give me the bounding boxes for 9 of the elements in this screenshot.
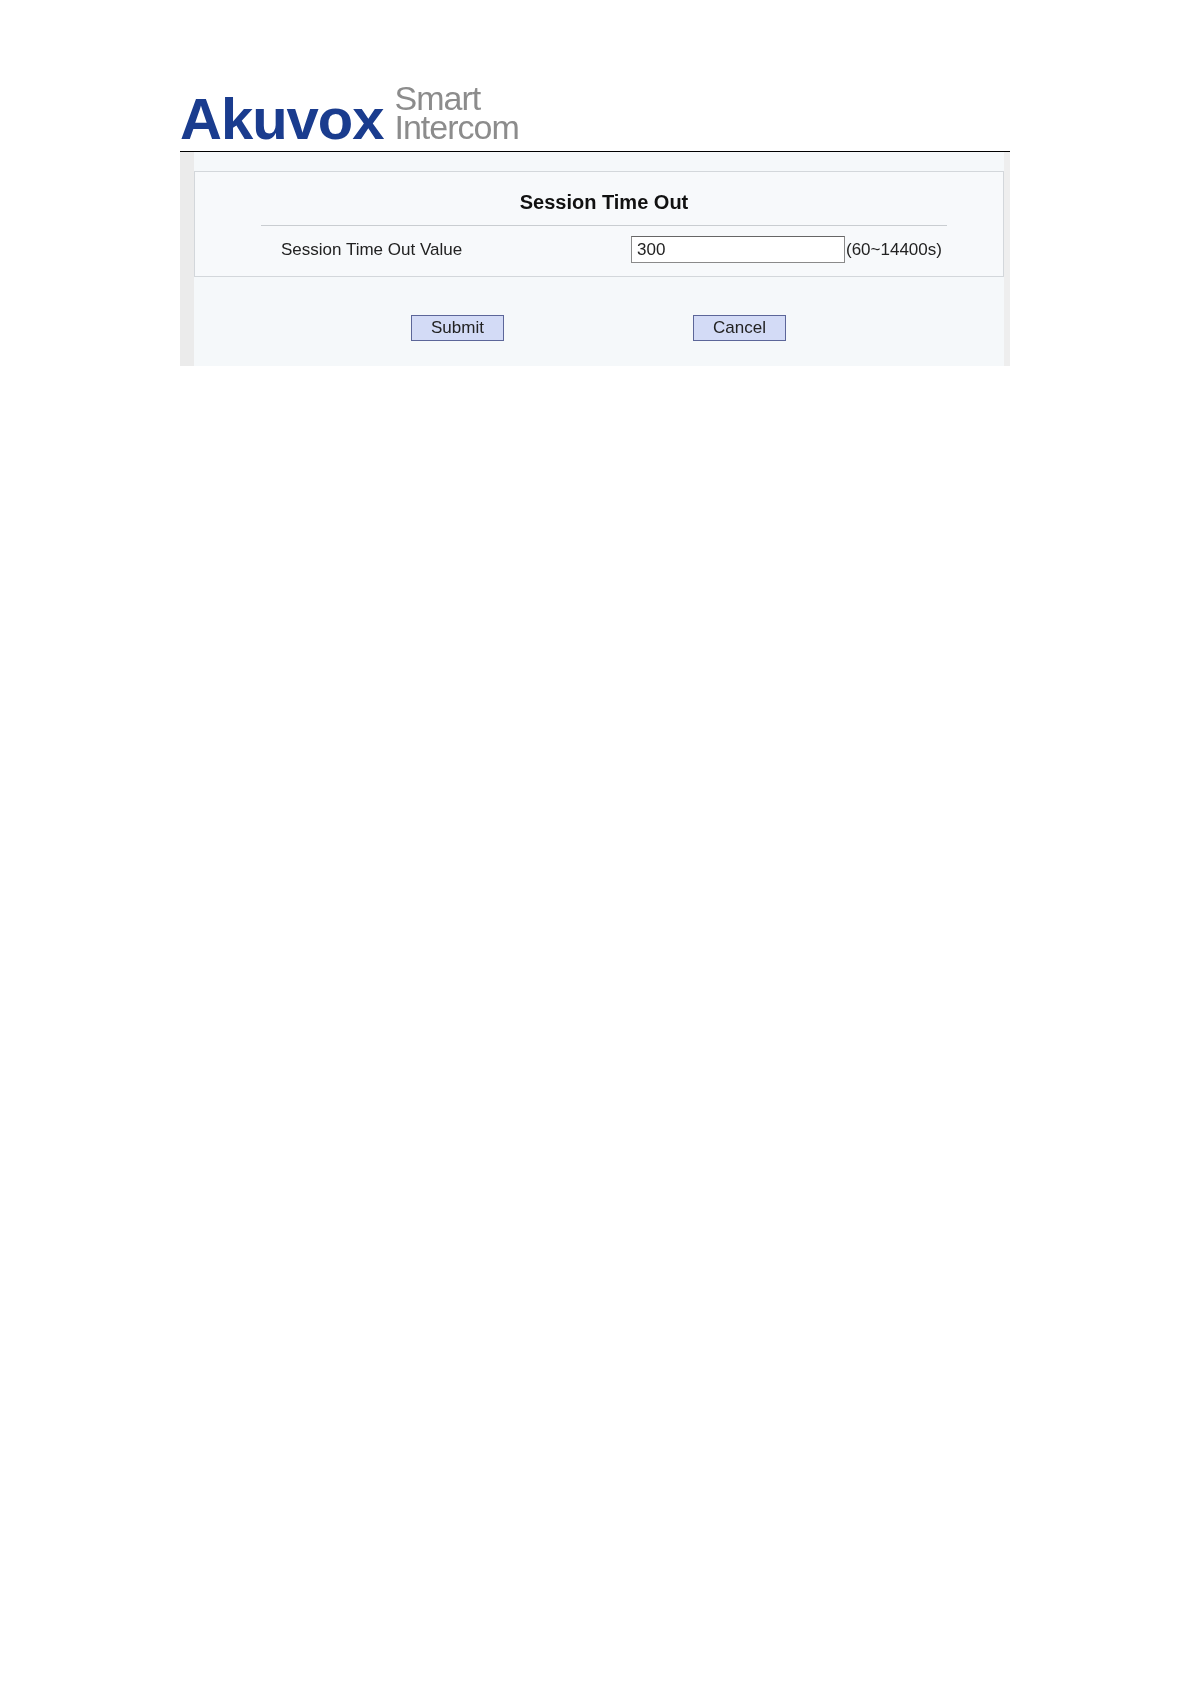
- range-hint: (60~14400s): [846, 238, 942, 261]
- submit-button[interactable]: Submit: [411, 315, 504, 341]
- field-label: Session Time Out Value: [281, 238, 464, 261]
- logo-tagline: Intercom: [394, 113, 519, 142]
- section-title: Session Time Out: [518, 190, 690, 214]
- input-field[interactable]: 300: [631, 236, 845, 263]
- cancel-button[interactable]: Cancel: [693, 315, 786, 341]
- logo-tagline: Smart: [394, 84, 481, 113]
- brand-logo-text: Akuvox: [180, 93, 384, 145]
